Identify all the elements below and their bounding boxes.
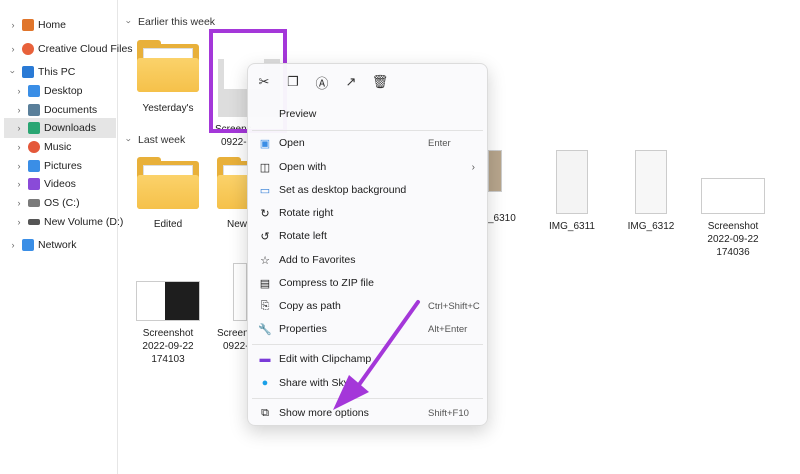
annotation-arrow	[333, 300, 420, 410]
